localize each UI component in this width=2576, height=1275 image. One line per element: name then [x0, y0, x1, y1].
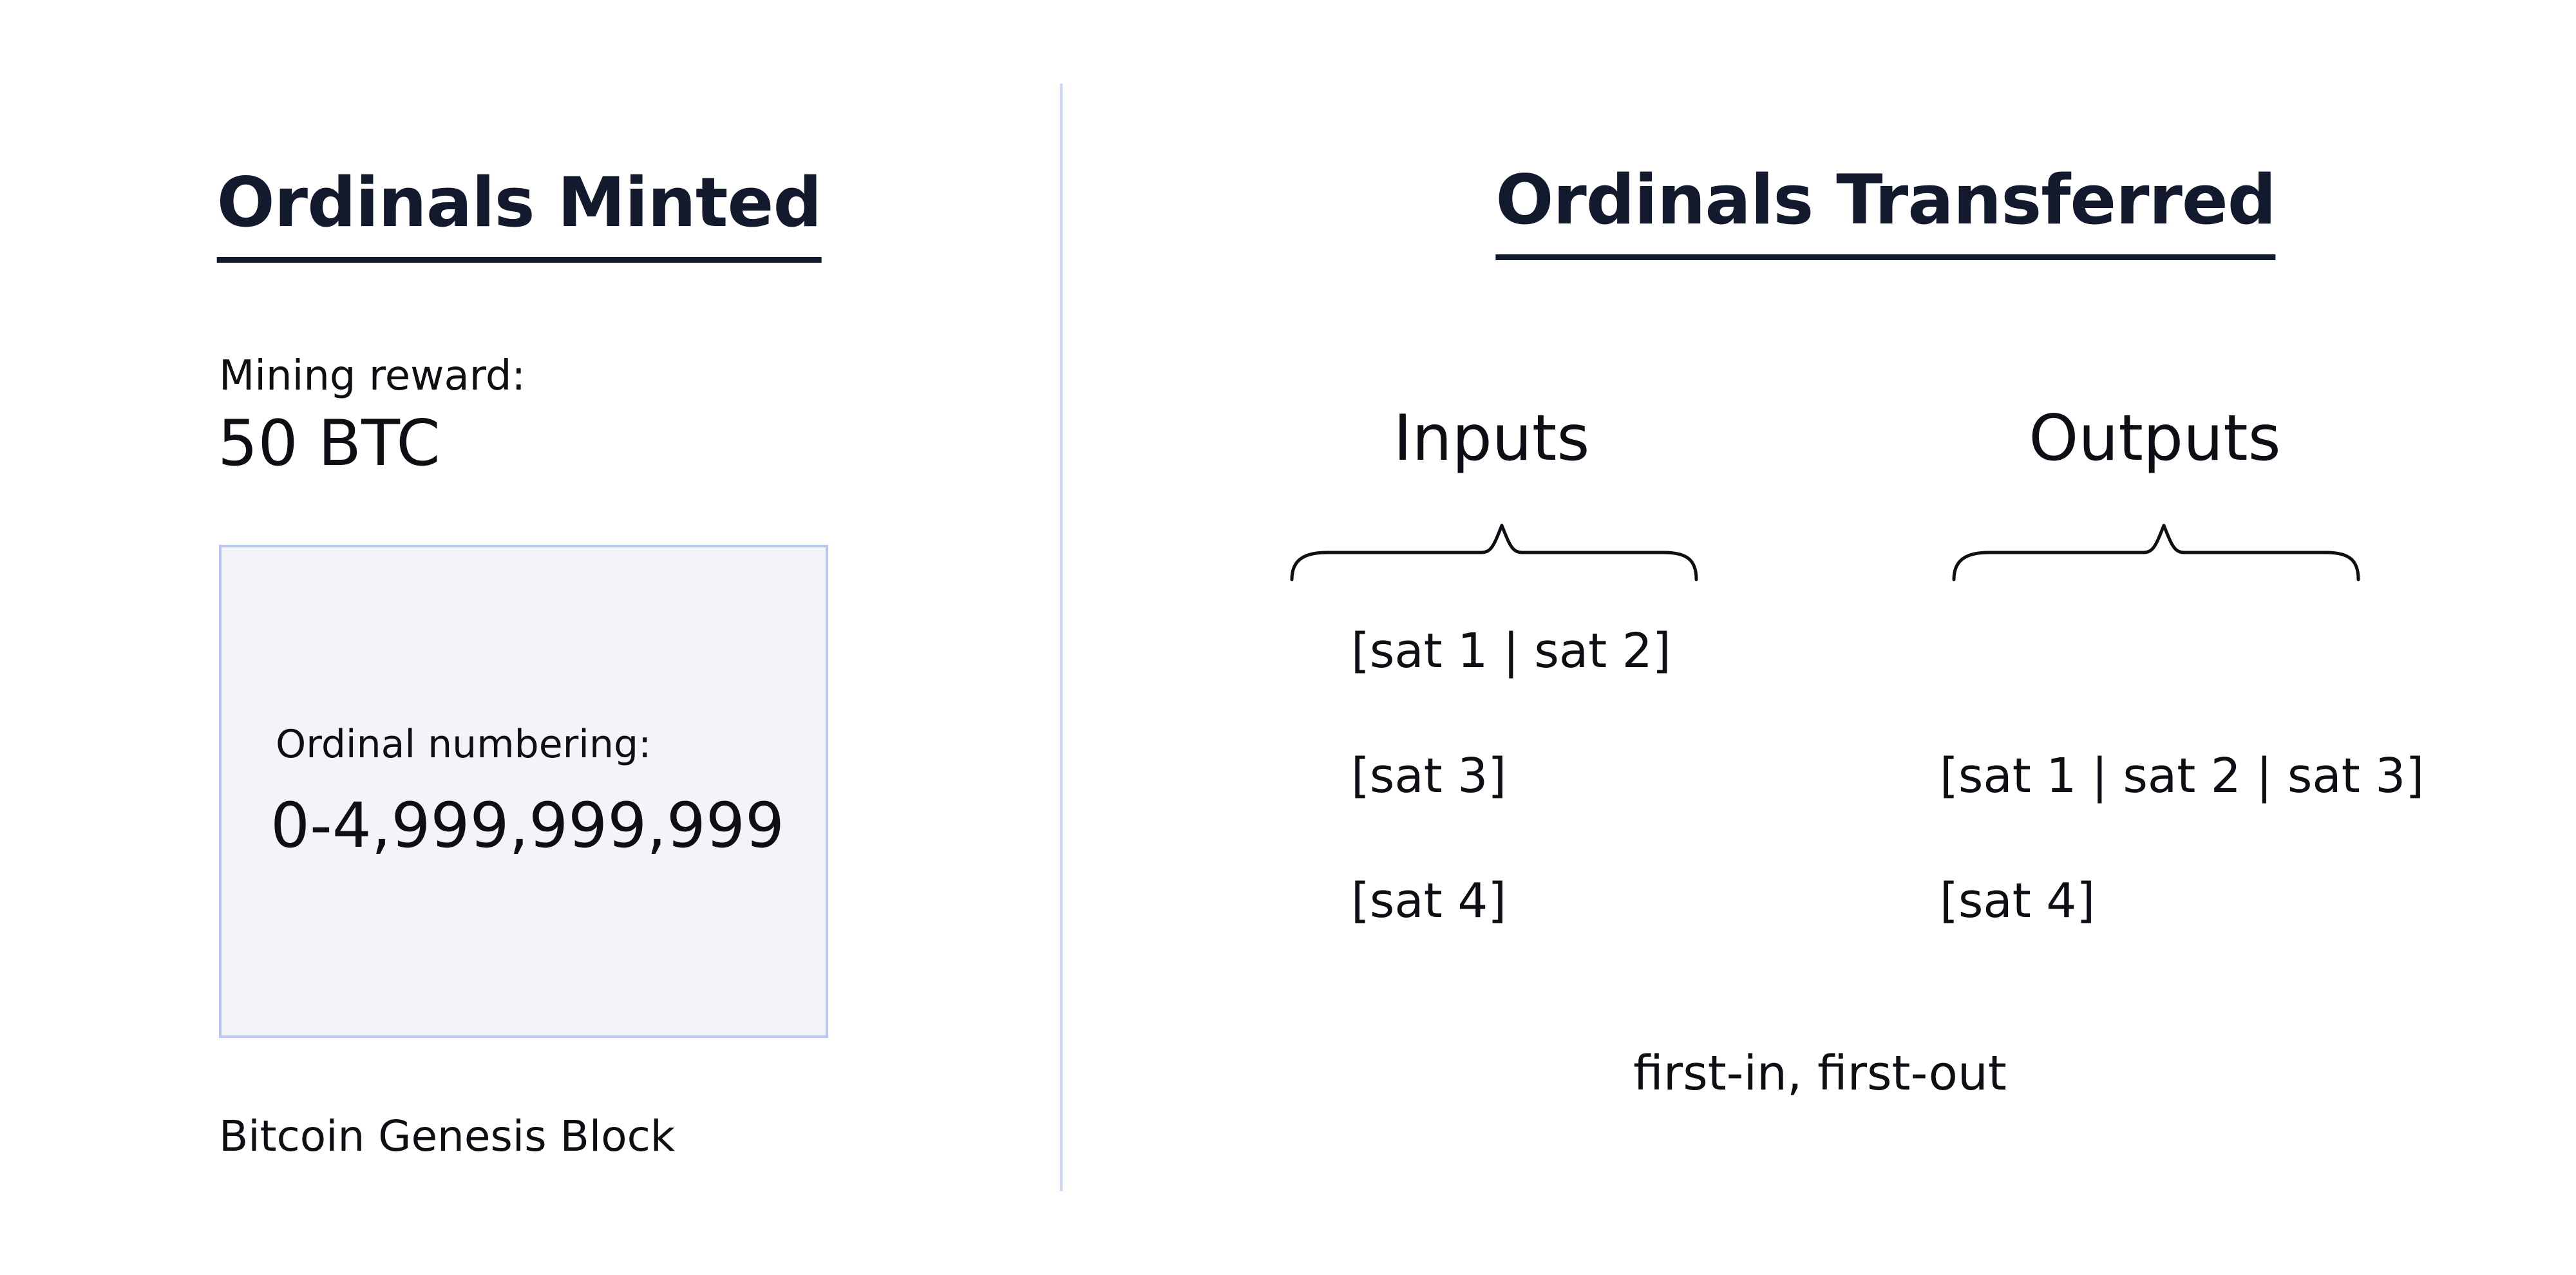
- ordinals-minted-title: Ordinals Minted: [216, 169, 822, 263]
- ordinal-numbering-label: Ordinal numbering:: [276, 722, 652, 767]
- mining-reward-value: 50 BTC: [218, 407, 440, 480]
- genesis-block-caption: Bitcoin Genesis Block: [219, 1111, 676, 1161]
- ordinal-numbering-box: Ordinal numbering: 0-4,999,999,999: [219, 545, 828, 1038]
- ordinals-transferred-title-text: Ordinals Transferred: [1495, 160, 2276, 240]
- outputs-heading: Outputs: [2029, 402, 2281, 475]
- fifo-caption: first-in, first-out: [1633, 1046, 2007, 1101]
- ordinals-transferred-title: Ordinals Transferred: [1495, 166, 2277, 260]
- output-item: [sat 4]: [1940, 873, 2096, 929]
- title-underline: [216, 257, 822, 263]
- inputs-heading: Inputs: [1393, 402, 1590, 475]
- mining-reward-label: Mining reward:: [219, 352, 526, 400]
- ordinal-numbering-value: 0-4,999,999,999: [270, 789, 785, 862]
- input-item: [sat 4]: [1351, 873, 1507, 929]
- title-underline: [1495, 254, 2276, 260]
- ordinals-minted-title-text: Ordinals Minted: [216, 163, 822, 242]
- input-item: [sat 3]: [1351, 748, 1507, 804]
- output-item: [sat 1 | sat 2 | sat 3]: [1940, 748, 2425, 804]
- panel-divider: [1060, 84, 1063, 1191]
- inputs-brace: [1288, 515, 1700, 586]
- input-item: [sat 1 | sat 2]: [1351, 623, 1671, 679]
- outputs-brace: [1950, 515, 2362, 586]
